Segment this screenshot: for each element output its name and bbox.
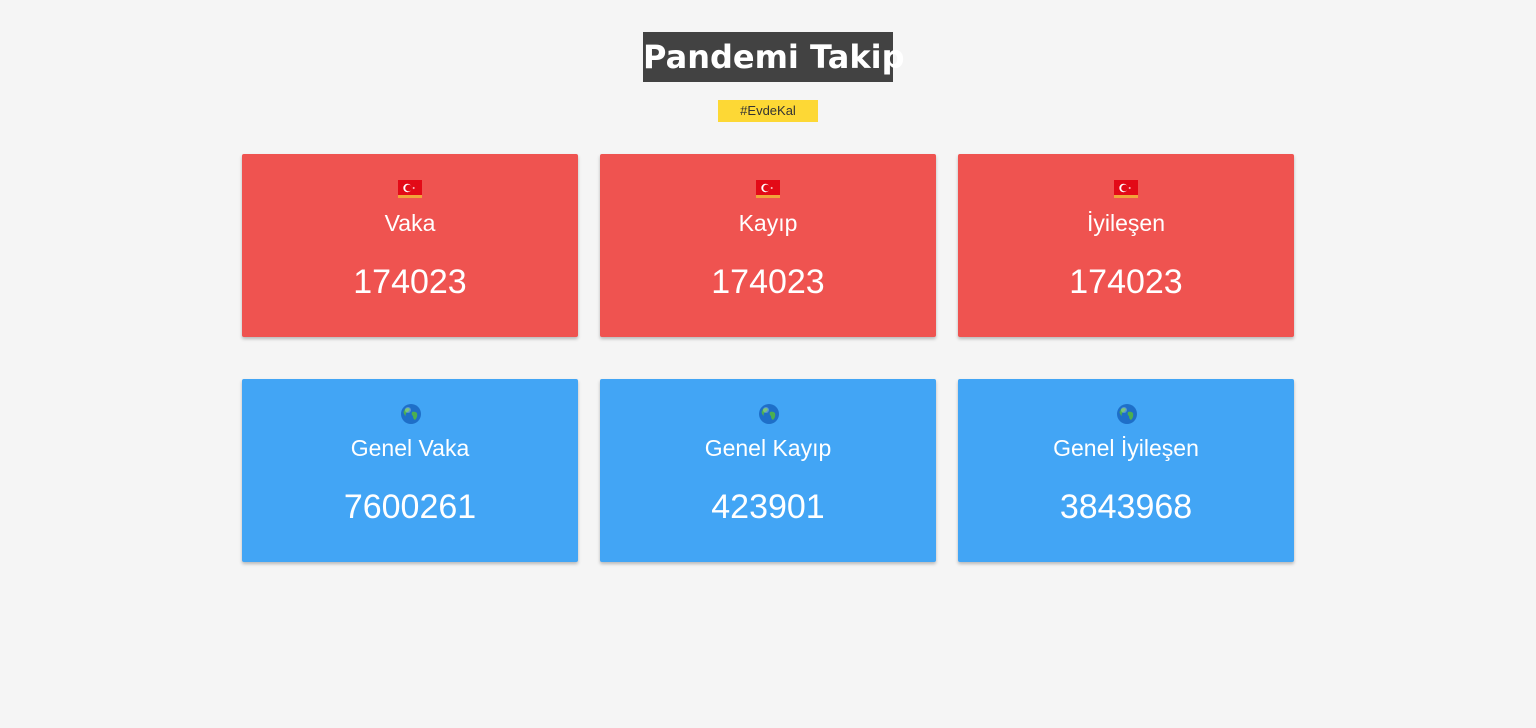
page-title: Pandemi Takip [643,32,904,82]
stat-card-global-recovered: Genel İyileşen 3843968 [958,379,1294,562]
stat-label: Genel İyileşen [1053,435,1199,461]
turkey-flag-icon [756,180,780,198]
stat-card-turkey-recovered: İyileşen 174023 [958,154,1294,337]
globe-icon [1117,404,1137,424]
stat-card-turkey-cases: Vaka 174023 [242,154,578,337]
globe-icon [401,404,421,424]
stat-label: Genel Kayıp [704,435,832,461]
stat-card-global-cases: Genel Vaka 7600261 [242,379,578,562]
page: Pandemi Takip #EvdeKal Vaka 174023 Kayıp… [0,0,1536,728]
stat-value: 7600261 [343,488,477,526]
stat-value: 174023 [353,263,467,301]
stat-label: Genel Vaka [350,435,470,461]
turkey-flag-icon [1114,180,1138,198]
stat-value: 3843968 [1059,488,1193,526]
stat-card-global-deaths: Genel Kayıp 423901 [600,379,936,562]
stat-label: İyileşen [1087,210,1165,236]
stat-value: 423901 [711,488,825,526]
hashtag-badge: #EvdeKal [718,100,818,122]
stat-label: Kayıp [738,210,798,236]
globe-icon [759,404,779,424]
stat-value: 174023 [711,263,825,301]
stat-value: 174023 [1069,263,1183,301]
turkey-flag-icon [398,180,422,198]
stat-card-turkey-deaths: Kayıp 174023 [600,154,936,337]
stat-label: Vaka [384,210,436,236]
